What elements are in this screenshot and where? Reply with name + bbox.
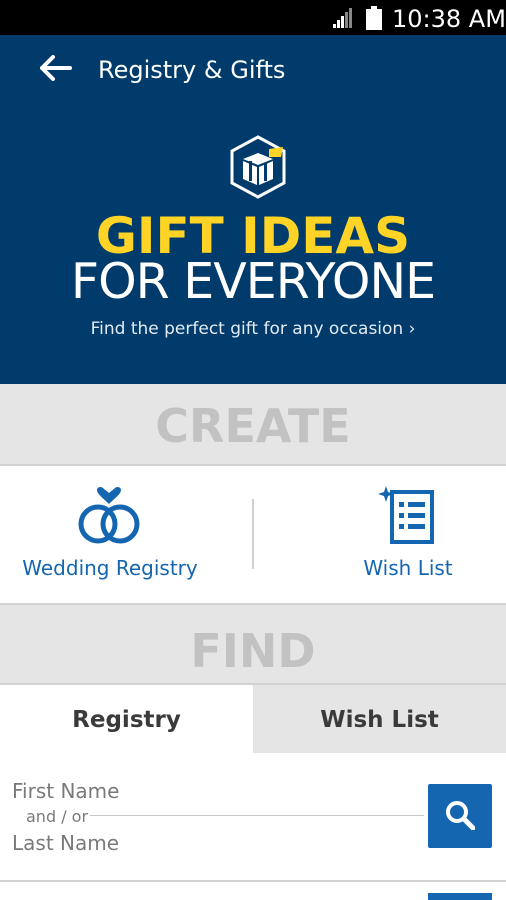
status-bar: 10:38 AM [0, 0, 506, 35]
arrow-left-icon[interactable] [38, 54, 72, 82]
wish-list-label: Wish List [363, 556, 453, 580]
wedding-registry-label: Wedding Registry [22, 556, 198, 580]
create-section-header: CREATE [0, 384, 506, 466]
find-section-header: FIND [0, 603, 506, 685]
bottom-divider [0, 880, 506, 882]
tab-wish-list[interactable]: Wish List [253, 685, 506, 753]
gift-ideas-banner[interactable]: GIFT IDEAS FOR EVERYONE Find the perfect… [0, 101, 506, 384]
hero-subhead: FOR EVERYONE [70, 253, 436, 310]
hero-tagline[interactable]: Find the perfect gift for any occasion › [0, 319, 506, 339]
search-icon [446, 801, 475, 830]
next-search-button[interactable] [428, 893, 492, 900]
gift-box-icon [230, 135, 286, 199]
last-name-field[interactable]: Last Name [12, 831, 119, 855]
registry-search-form: First Name and / or Last Name [0, 753, 506, 880]
signal-icon [333, 8, 352, 28]
tab-registry[interactable]: Registry [0, 685, 253, 753]
page-title: Registry & Gifts [98, 56, 286, 84]
wedding-registry-button[interactable]: Wedding Registry [0, 466, 220, 603]
wish-list-icon [378, 486, 434, 544]
first-name-field[interactable]: First Name [12, 779, 119, 803]
create-divider [252, 499, 254, 569]
wedding-rings-icon [78, 486, 140, 544]
search-button[interactable] [428, 784, 492, 848]
wish-list-button[interactable]: Wish List [300, 466, 506, 603]
create-options: Wedding Registry Wish List [0, 466, 506, 603]
separator-line [90, 815, 424, 816]
app-bar: Registry & Gifts [0, 35, 506, 101]
battery-icon [366, 6, 382, 30]
and-or-separator: and / or [26, 807, 89, 826]
status-time: 10:38 AM [392, 5, 506, 33]
find-tabs: Registry Wish List [0, 685, 506, 753]
